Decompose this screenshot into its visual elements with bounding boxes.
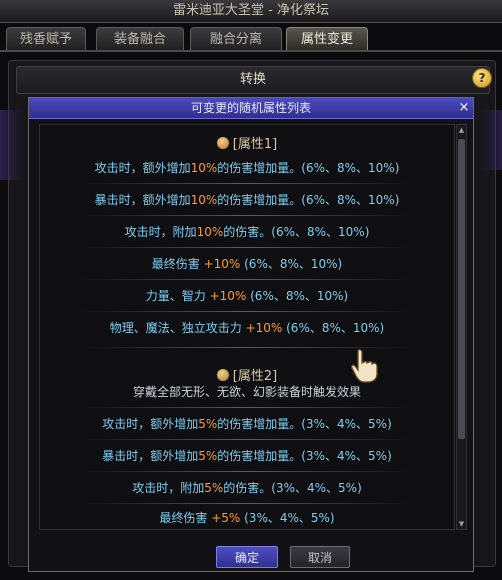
row-divider — [80, 247, 414, 248]
list-item: 物理、魔法、独立攻击力 +10% (6%、8%、10%) — [109, 321, 385, 335]
scroll-thumb[interactable] — [458, 139, 465, 439]
window-title: 雷米迪亚大圣堂 - 净化祭坛 — [0, 0, 502, 23]
attribute-list[interactable]: [属性1] 攻击时，额外增加10%的伤害增加量。(6%、8%、10%) 暴击时，… — [39, 124, 455, 530]
tab-bar: 残香赋予 装备融合 融合分离 属性变更 — [0, 27, 502, 51]
help-icon[interactable]: ? — [472, 68, 492, 88]
list-item: 暴击时，额外增加5%的伤害增加量。(3%、4%、5%) — [102, 449, 392, 463]
row-divider — [80, 183, 414, 184]
popup-title: 可变更的随机属性列表 — [29, 98, 473, 119]
row-divider — [80, 311, 414, 312]
right-glow-decoration — [482, 110, 502, 170]
row-divider — [80, 407, 414, 408]
row-divider — [80, 471, 414, 472]
tab-divider — [0, 50, 502, 52]
row-divider — [80, 215, 414, 216]
row-divider — [80, 439, 414, 440]
tab-fusion-separation[interactable]: 融合分离 — [190, 27, 282, 50]
coin-icon — [216, 137, 229, 149]
hand-cursor-icon — [351, 348, 378, 383]
list-item: 攻击时，额外增加10%的伤害增加量。(6%、8%、10%) — [94, 161, 400, 175]
list-item: 最终伤害 +10% (6%、8%、10%) — [151, 257, 343, 271]
list-item: 攻击时，额外增加5%的伤害增加量。(3%、4%、5%) — [102, 417, 392, 431]
list-item: 攻击时，附加5%的伤害。(3%、4%、5%) — [132, 481, 362, 495]
attribute-list-popup: 可变更的随机属性列表 × [属性1] 攻击时，额外增加10%的伤害增加量。(6%… — [28, 97, 474, 572]
scroll-down-icon[interactable]: ▼ — [457, 519, 466, 529]
section-note: 穿戴全部无形、无欲、幻影装备时触发效果 — [132, 385, 361, 399]
section-header-attr1: [属性1] — [40, 133, 454, 152]
list-scrollbar[interactable]: ▲ ▼ — [456, 124, 467, 530]
row-divider — [80, 279, 414, 280]
tab-fragrance-grant[interactable]: 残香赋予 — [6, 27, 86, 50]
list-item: 力量、智力 +10% (6%、8%、10%) — [145, 289, 349, 303]
scroll-up-icon[interactable]: ▲ — [457, 125, 466, 135]
convert-section-header: 转换 — [16, 66, 490, 94]
list-item: 最终伤害 +5% (3%、4%、5%) — [159, 511, 335, 525]
tab-equipment-fusion[interactable]: 装备融合 — [96, 27, 184, 50]
tab-attribute-change[interactable]: 属性变更 — [286, 27, 368, 50]
cancel-button[interactable]: 取消 — [290, 546, 350, 568]
close-icon[interactable]: × — [455, 98, 473, 118]
left-glow-decoration — [0, 110, 22, 180]
list-item: 暴击时，额外增加10%的伤害增加量。(6%、8%、10%) — [94, 193, 400, 207]
list-item: 攻击时，附加10%的伤害。(6%、8%、10%) — [124, 225, 370, 239]
confirm-button[interactable]: 确定 — [216, 546, 278, 568]
